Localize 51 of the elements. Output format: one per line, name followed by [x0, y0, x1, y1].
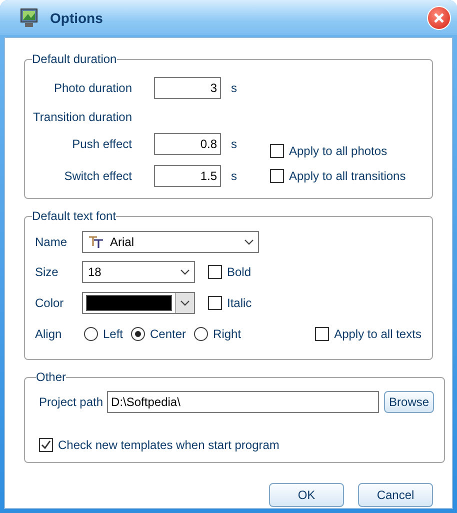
cancel-button[interactable]: Cancel	[358, 483, 433, 507]
group-title: Default duration	[32, 52, 117, 66]
close-icon	[434, 12, 444, 22]
caret-icon	[244, 239, 254, 245]
checkbox-label: Apply to all texts	[334, 327, 422, 341]
checkbox[interactable]	[270, 169, 284, 183]
ok-button[interactable]: OK	[269, 483, 344, 507]
font-dropdown[interactable]: Arial	[82, 231, 259, 253]
unit-label: s	[231, 137, 238, 151]
radio-button[interactable]	[194, 327, 208, 341]
window-title: Options	[50, 10, 104, 26]
font-icon	[88, 235, 104, 249]
field-label: Photo duration	[52, 81, 132, 95]
field-label: Push effect	[71, 137, 132, 151]
radio-label: Center	[150, 327, 186, 341]
group-title: Default text font	[32, 209, 116, 223]
field-label: Size	[35, 265, 60, 279]
unit-label: s	[231, 81, 238, 95]
checkbox-label: Apply to all transitions	[289, 169, 406, 183]
group-title: Other	[36, 370, 66, 384]
section-label: Transition duration	[32, 110, 132, 124]
caret-icon	[180, 300, 190, 306]
size-dropdown[interactable]: 18	[82, 261, 195, 283]
field-label: Project path	[39, 395, 104, 409]
checkbox-label: Check new templates when start program	[58, 438, 280, 452]
checkbox-label: Bold	[227, 265, 252, 279]
checkbox[interactable]	[208, 265, 222, 279]
browse-button[interactable]: Browse	[384, 391, 434, 413]
path-field[interactable]: D:\Softpedia\	[107, 391, 380, 413]
checkbox[interactable]	[315, 327, 330, 341]
field-label: Name	[35, 235, 68, 249]
radio-label: Left	[103, 327, 124, 341]
checkbox[interactable]	[39, 438, 53, 452]
close-button[interactable]	[427, 6, 451, 30]
checkbox-label: Apply to all photos	[289, 144, 388, 158]
radio-button[interactable]	[131, 327, 146, 341]
field-label: Color	[35, 296, 65, 310]
checkbox[interactable]	[208, 296, 222, 310]
checkbox-label: Italic	[227, 296, 252, 310]
number-field[interactable]: 3	[154, 77, 221, 99]
checkbox[interactable]	[270, 144, 284, 158]
radio-label: Right	[213, 327, 242, 341]
number-field[interactable]: 1.5	[154, 165, 221, 187]
radio-button[interactable]	[84, 327, 98, 341]
caret-icon	[180, 269, 190, 275]
color-dropdown[interactable]	[82, 292, 195, 314]
field-label: Align	[35, 327, 63, 341]
unit-label: s	[231, 169, 238, 183]
number-field[interactable]: 0.8	[154, 133, 221, 155]
field-label: Switch effect	[63, 169, 132, 183]
monitor-icon	[20, 8, 38, 28]
